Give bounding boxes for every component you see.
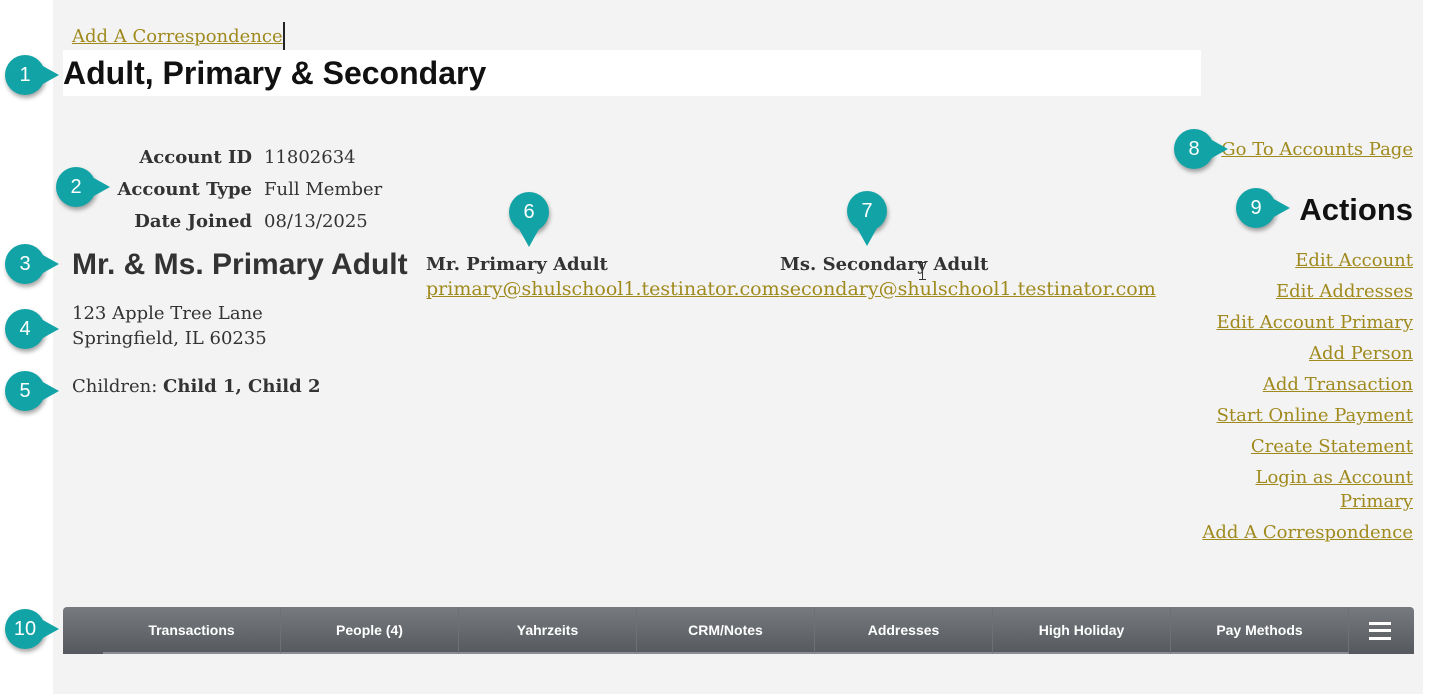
callout-marker-3: 3 (5, 244, 59, 284)
tab-crm-notes[interactable]: CRM/Notes (637, 607, 815, 654)
date-joined-label: Date Joined (134, 211, 252, 232)
tab-people[interactable]: People (4) (281, 607, 459, 654)
add-correspondence-top-box: Add A Correspondence (63, 22, 285, 52)
action-edit-account[interactable]: Edit Account (1295, 250, 1413, 271)
address-line-2: Springfield, IL 60235 (72, 328, 267, 349)
tab-transactions[interactable]: Transactions (103, 607, 281, 654)
action-add-transaction[interactable]: Add Transaction (1263, 374, 1413, 395)
tab-menu-button[interactable] (1346, 607, 1414, 654)
primary-name: Mr. Primary Adult (426, 254, 608, 275)
account-id-value: 11802634 (264, 147, 356, 168)
callout-marker-5: 5 (5, 371, 59, 411)
children-value: Child 1, Child 2 (163, 376, 321, 397)
secondary-person: Ms. Secondary Adult secondary@shulschool… (780, 253, 1156, 301)
address-line-1: 123 Apple Tree Lane (72, 303, 263, 324)
callout-marker-6: 6 (509, 192, 549, 247)
callout-marker-9: 9 (1236, 188, 1290, 228)
tab-list: Transactions People (4) Yahrzeits CRM/No… (103, 607, 1349, 654)
secondary-name: Ms. Secondary Adult (780, 254, 989, 275)
action-add-correspondence[interactable]: Add A Correspondence (1202, 522, 1413, 543)
tab-yahrzeits[interactable]: Yahrzeits (459, 607, 637, 654)
text-cursor-icon (919, 262, 926, 280)
action-edit-account-primary[interactable]: Edit Account Primary (1216, 312, 1413, 333)
callout-marker-8: 8 (1174, 129, 1228, 169)
account-name: Mr. & Ms. Primary Adult (72, 248, 408, 281)
primary-person: Mr. Primary Adult primary@shulschool1.te… (426, 253, 780, 301)
action-add-person[interactable]: Add Person (1309, 343, 1413, 364)
tab-addresses[interactable]: Addresses (815, 607, 993, 654)
go-to-accounts-link[interactable]: Go To Accounts Page (1221, 139, 1413, 160)
children-label: Children: (72, 376, 164, 397)
callout-marker-1: 1 (5, 55, 59, 95)
account-type-value: Full Member (264, 179, 383, 200)
hamburger-icon (1369, 621, 1391, 640)
callout-marker-7: 7 (847, 191, 887, 246)
action-edit-addresses[interactable]: Edit Addresses (1276, 281, 1413, 302)
callout-marker-10: 10 (5, 609, 59, 649)
action-login-as-account-primary[interactable]: Login as Account Primary (1256, 467, 1414, 512)
account-type-label: Account Type (117, 179, 252, 200)
children-info: Children: Child 1, Child 2 (72, 376, 321, 397)
secondary-email-link[interactable]: secondary@shulschool1.testinator.com (780, 277, 1156, 301)
date-joined-value: 08/13/2025 (264, 211, 368, 232)
callout-marker-2: 2 (56, 167, 110, 207)
callout-marker-4: 4 (5, 309, 59, 349)
tab-high-holiday[interactable]: High Holiday (993, 607, 1171, 654)
page-title: Adult, Primary & Secondary (63, 55, 487, 91)
tab-pay-methods[interactable]: Pay Methods (1171, 607, 1349, 654)
actions-list: Edit Account Edit Addresses Edit Account… (1193, 249, 1413, 552)
add-correspondence-top-link[interactable]: Add A Correspondence (72, 26, 283, 47)
primary-email-link[interactable]: primary@shulschool1.testinator.com (426, 277, 780, 301)
title-bar: Adult, Primary & Secondary (63, 50, 1201, 96)
action-create-statement[interactable]: Create Statement (1251, 436, 1413, 457)
action-start-online-payment[interactable]: Start Online Payment (1217, 405, 1413, 426)
account-id-label: Account ID (139, 147, 252, 168)
actions-title: Actions (1299, 192, 1413, 227)
tab-bar: Transactions People (4) Yahrzeits CRM/No… (63, 607, 1414, 654)
